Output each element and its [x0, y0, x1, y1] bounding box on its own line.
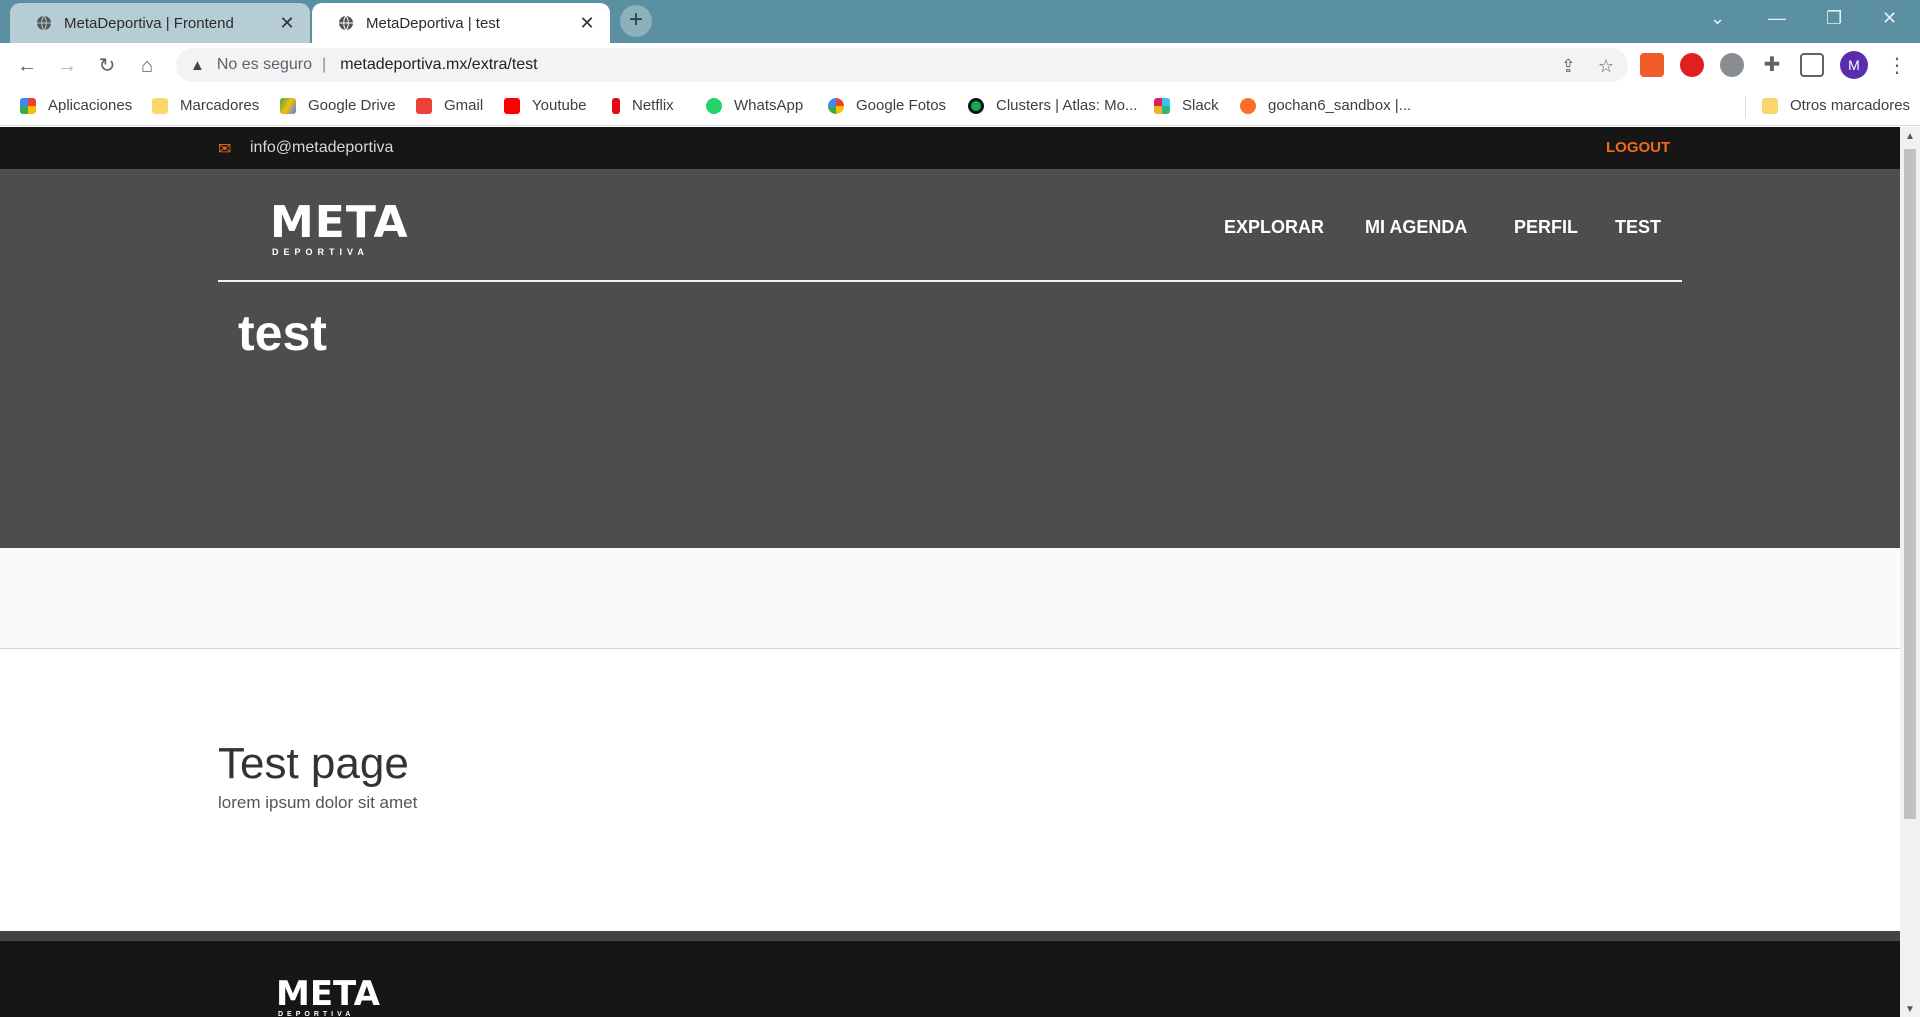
bookmark-apps[interactable]: Aplicaciones	[20, 97, 132, 114]
bookmark-whatsapp[interactable]: WhatsApp	[706, 97, 803, 114]
close-icon[interactable]: ✕	[578, 13, 596, 34]
menu-icon[interactable]: ⋮	[1884, 53, 1910, 79]
tab-frontend[interactable]: MetaDeportiva | Frontend ✕	[10, 3, 310, 43]
scrollbar[interactable]: ▲ ▼	[1900, 127, 1920, 1017]
bookmark-marcadores[interactable]: Marcadores	[152, 97, 259, 114]
breadcrumb-band	[0, 548, 1900, 649]
bookmark-label: Youtube	[532, 97, 587, 114]
mongodb-icon	[968, 97, 984, 114]
bookmark-youtube[interactable]: Youtube	[504, 97, 587, 114]
tab-strip: MetaDeportiva | Frontend ✕ MetaDeportiva…	[0, 0, 1920, 43]
bookmark-google-drive[interactable]: Google Drive	[280, 97, 396, 114]
bookmark-label: Google Fotos	[856, 97, 947, 114]
home-icon[interactable]: ⌂	[134, 53, 160, 79]
bookmark-label: Gmail	[444, 97, 484, 114]
bookmark-label: Marcadores	[180, 97, 260, 114]
tab-title: MetaDeportiva | Frontend	[64, 14, 234, 32]
url-text: metadeportiva.mx/extra/test	[340, 56, 538, 73]
cpanel-icon	[1240, 97, 1256, 114]
restore-icon[interactable]: ❐	[1826, 8, 1842, 29]
content-text: lorem ipsum dolor sit amet	[218, 793, 418, 812]
reload-icon[interactable]: ↻	[94, 53, 120, 79]
minimize-icon[interactable]: —	[1768, 8, 1786, 29]
gmail-icon	[416, 97, 432, 114]
bookmark-label: Clusters | Atlas: Mo...	[996, 97, 1138, 114]
contact-email[interactable]: info@metadeportiva	[250, 139, 393, 157]
address-bar[interactable]: ▲ No es seguro | metadeportiva.mx/extra/…	[176, 48, 1628, 82]
tab-title: MetaDeportiva | test	[366, 14, 500, 32]
adblock-icon[interactable]	[1680, 53, 1704, 77]
content-title: Test page	[218, 739, 409, 788]
apps-grid-icon	[20, 97, 36, 114]
puzzle-icon[interactable]: ✚	[1760, 53, 1784, 77]
scrollbar-thumb[interactable]	[1904, 149, 1916, 819]
browser-toolbar: ← → ↻ ⌂ ▲ No es seguro | metadeportiva.m…	[0, 43, 1920, 88]
tab-test[interactable]: MetaDeportiva | test ✕	[312, 3, 610, 43]
bookmark-label: Aplicaciones	[48, 97, 133, 114]
hero-header: META DEPORTIVA EXPLORAR MI AGENDA PERFIL…	[0, 169, 1900, 548]
folder-icon	[152, 97, 168, 114]
extension-icon[interactable]	[1640, 53, 1664, 77]
whatsapp-icon	[706, 97, 722, 114]
security-label: No es seguro	[216, 56, 313, 73]
scroll-down-icon[interactable]: ▼	[1905, 1004, 1915, 1015]
netflix-icon	[612, 97, 620, 114]
web-page: ✉ info@metadeportiva LOGOUT META DEPORTI…	[0, 127, 1900, 1017]
tab-search-icon[interactable]: ⌄	[1710, 8, 1725, 29]
drive-icon	[280, 97, 296, 114]
footer: META DEPORTIVA	[0, 941, 1900, 1017]
back-icon[interactable]: ←	[14, 53, 40, 79]
bookmark-otros[interactable]: Otros marcadores	[1762, 97, 1910, 114]
close-icon[interactable]: ✕	[278, 13, 296, 34]
bookmark-label: Otros marcadores	[1790, 97, 1911, 114]
logo-subtitle: DEPORTIVA	[272, 247, 369, 257]
bookmark-label: Netflix	[632, 97, 674, 114]
bookmark-label: WhatsApp	[734, 97, 804, 114]
divider	[1745, 96, 1746, 118]
share-icon[interactable]: ⇪	[1561, 56, 1576, 77]
bookmark-google-fotos[interactable]: Google Fotos	[828, 97, 946, 114]
bookmarks-bar: Aplicaciones Marcadores Google Drive Gma…	[0, 88, 1920, 126]
mail-icon: ✉	[218, 141, 232, 158]
scroll-up-icon[interactable]: ▲	[1905, 131, 1915, 142]
site-logo[interactable]: META	[270, 201, 409, 245]
page-title: test	[238, 305, 327, 361]
logout-link[interactable]: LOGOUT	[1606, 139, 1670, 156]
folder-icon	[1762, 97, 1778, 114]
youtube-icon	[504, 97, 520, 114]
top-contact-bar: ✉ info@metadeportiva LOGOUT	[0, 127, 1900, 169]
warning-icon: ▲	[190, 56, 205, 74]
avatar[interactable]: M	[1840, 51, 1868, 79]
nav-test[interactable]: TEST	[1615, 217, 1661, 238]
divider: |	[322, 56, 327, 73]
bookmark-slack[interactable]: Slack	[1154, 97, 1219, 114]
close-window-icon[interactable]: ✕	[1882, 8, 1897, 29]
header-divider	[218, 280, 1682, 282]
bookmark-gmail[interactable]: Gmail	[416, 97, 483, 114]
bookmark-label: Slack	[1182, 97, 1219, 114]
globe-icon	[37, 15, 51, 31]
photos-icon	[828, 97, 844, 114]
bookmark-atlas[interactable]: Clusters | Atlas: Mo...	[968, 97, 1137, 114]
bookmark-netflix[interactable]: Netflix	[612, 97, 674, 114]
bookmark-star-icon[interactable]: ☆	[1598, 56, 1614, 77]
settings-extension-icon[interactable]	[1720, 53, 1744, 77]
bookmark-label: gochan6_sandbox |...	[1268, 97, 1412, 114]
bookmark-cpanel[interactable]: gochan6_sandbox |...	[1240, 97, 1411, 114]
footer-stripe	[0, 931, 1900, 941]
globe-icon	[339, 15, 353, 31]
slack-icon	[1154, 97, 1170, 114]
nav-perfil[interactable]: PERFIL	[1514, 217, 1578, 238]
forward-icon[interactable]: →	[54, 53, 80, 79]
nav-explorar[interactable]: EXPLORAR	[1224, 217, 1324, 238]
footer-logo-subtitle: DEPORTIVA	[278, 1011, 355, 1017]
footer-logo[interactable]: META	[276, 977, 380, 1011]
nav-mi-agenda[interactable]: MI AGENDA	[1365, 217, 1467, 238]
new-tab-button[interactable]: +	[620, 5, 652, 37]
main-content: Test page lorem ipsum dolor sit amet	[0, 649, 1900, 931]
bookmark-label: Google Drive	[308, 97, 396, 114]
side-panel-icon[interactable]	[1800, 53, 1824, 77]
